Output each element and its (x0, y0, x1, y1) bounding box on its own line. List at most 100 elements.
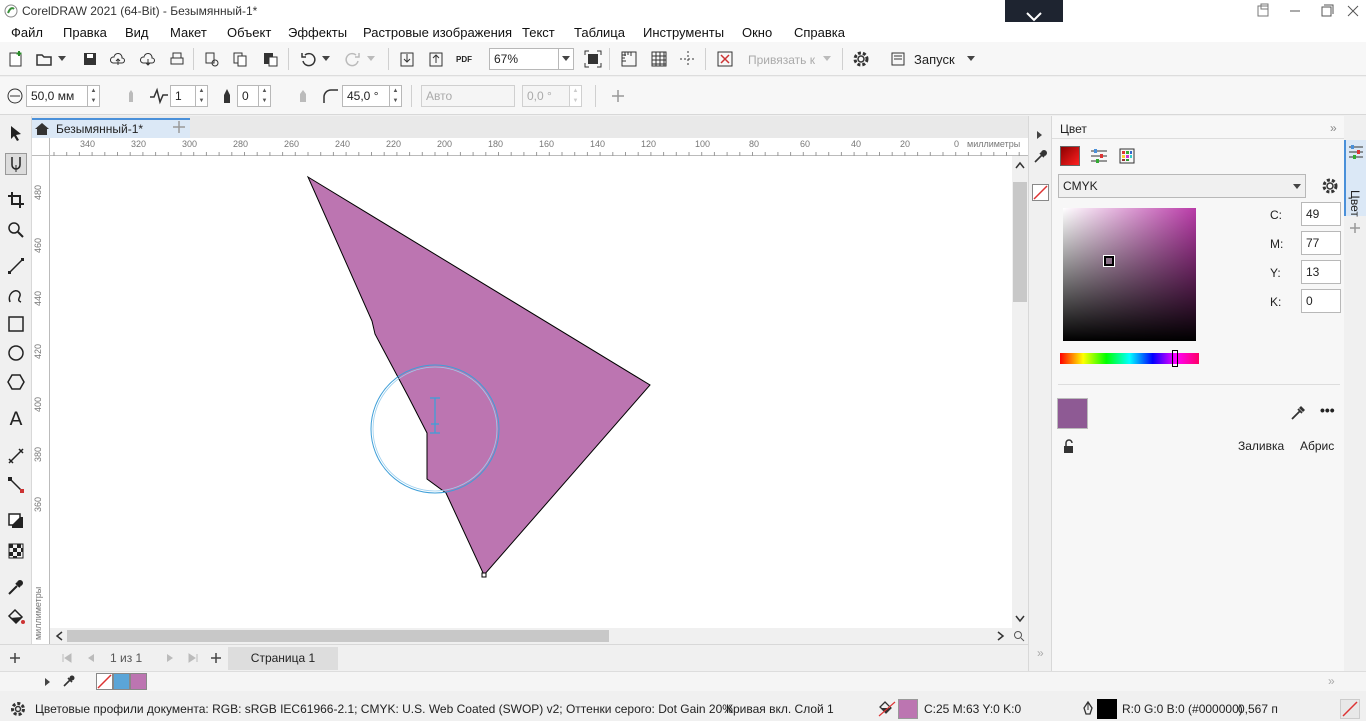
c-input[interactable]: 49 (1301, 202, 1341, 226)
menu-text[interactable]: Текст (522, 25, 555, 40)
menu-view[interactable]: Вид (125, 25, 149, 40)
end-node[interactable] (481, 572, 487, 578)
zoom-dropdown-icon[interactable] (558, 48, 574, 70)
points-stepper[interactable]: ▲ ▼ (196, 85, 208, 107)
cut-icon[interactable] (201, 48, 223, 70)
show-grid-icon[interactable] (648, 48, 670, 70)
home-icon[interactable] (34, 121, 50, 137)
menu-tools[interactable]: Инструменты (643, 25, 724, 40)
polygon-tool-icon[interactable] (5, 371, 27, 393)
navigator-icon[interactable] (1013, 630, 1025, 642)
palette-expand-icon[interactable]: » (1328, 674, 1335, 688)
previous-page-icon[interactable] (86, 653, 96, 663)
status-fill-swatch[interactable] (898, 699, 918, 719)
transparency-tool-icon[interactable] (5, 540, 27, 562)
open-dropdown-icon[interactable] (55, 48, 69, 70)
undo-dropdown-icon[interactable] (319, 48, 333, 70)
points-input[interactable]: 1 (170, 85, 196, 107)
restore-layout-icon[interactable] (1254, 2, 1272, 20)
snap-off-icon[interactable] (714, 48, 736, 70)
y-input[interactable]: 13 (1301, 260, 1341, 284)
save-icon[interactable] (79, 48, 101, 70)
outline-none-swatch[interactable] (1032, 184, 1049, 201)
color-picker-marker[interactable] (1103, 255, 1115, 267)
zoom-level-input[interactable]: 67% (489, 48, 561, 70)
color-profiles-gear-icon[interactable] (9, 700, 27, 718)
color-docker-tab[interactable]: Цвет (1344, 140, 1366, 217)
launch-icon[interactable] (887, 48, 909, 70)
rectangle-tool-icon[interactable] (5, 313, 27, 335)
palette-eyedropper-icon[interactable] (62, 674, 76, 688)
horizontal-ruler[interactable]: 340 320 300 280 260 240 220 200 180 160 … (50, 138, 1028, 156)
smoothing-stepper[interactable]: ▲ ▼ (259, 85, 271, 107)
smoothing-input[interactable]: 0 (237, 85, 259, 107)
docker-expand-icon[interactable]: » (1330, 121, 1337, 135)
scroll-up-icon[interactable] (1015, 161, 1025, 169)
text-tool-icon[interactable]: A (5, 408, 27, 430)
scroll-right-icon[interactable] (997, 631, 1005, 641)
menu-help[interactable]: Справка (794, 25, 845, 40)
add-icon[interactable] (607, 85, 629, 107)
export-icon[interactable] (425, 48, 447, 70)
menu-object[interactable]: Объект (227, 25, 271, 40)
strip-expand-icon[interactable] (1036, 130, 1044, 140)
connector-tool-icon[interactable] (5, 474, 27, 496)
artistic-media-tool-icon[interactable] (5, 284, 27, 306)
add-page-before-icon[interactable] (9, 652, 21, 664)
new-tab-icon[interactable] (172, 120, 186, 134)
palette-swatch-blue[interactable] (113, 673, 130, 690)
scroll-left-icon[interactable] (55, 631, 63, 641)
vertical-scrollbar[interactable] (1012, 156, 1028, 628)
m-input[interactable]: 77 (1301, 231, 1341, 255)
print-icon[interactable] (166, 48, 188, 70)
docker-settings-gear-icon[interactable] (1320, 176, 1340, 196)
add-docker-icon[interactable] (1349, 222, 1361, 234)
menu-bitmaps[interactable]: Растровые изображения (363, 25, 512, 40)
interactive-fill-tool-icon[interactable] (5, 606, 27, 628)
menu-window[interactable]: Окно (742, 25, 772, 40)
first-page-icon[interactable] (62, 653, 72, 663)
last-page-icon[interactable] (188, 653, 198, 663)
color-viewer-icon[interactable] (1060, 146, 1080, 166)
crop-tool-icon[interactable] (5, 189, 27, 211)
fill-button[interactable]: Заливка (1238, 439, 1284, 453)
ellipse-tool-icon[interactable] (5, 342, 27, 364)
horizontal-scrollbar[interactable] (50, 628, 1028, 644)
full-screen-icon[interactable] (582, 48, 604, 70)
palette-swatch-purple[interactable] (130, 673, 147, 690)
freehand-tool-icon[interactable] (5, 255, 27, 277)
open-folder-icon[interactable] (33, 48, 55, 70)
color-model-select[interactable]: CMYK (1058, 174, 1306, 198)
horizontal-scroll-thumb[interactable] (67, 630, 609, 642)
hue-slider-thumb[interactable] (1172, 350, 1178, 367)
no-color-swatch[interactable] (96, 673, 113, 690)
shape-tool-icon[interactable] (5, 153, 27, 175)
pick-tool-icon[interactable] (5, 122, 27, 144)
next-page-icon[interactable] (165, 653, 175, 663)
angle-input[interactable]: 45,0 ° (342, 85, 390, 107)
document-tab[interactable]: Безымянный-1* (32, 118, 190, 138)
k-input[interactable]: 0 (1301, 289, 1341, 313)
status-outline-swatch[interactable] (1097, 699, 1117, 719)
palette-scroll-icon[interactable] (44, 677, 52, 687)
strip-collapse-icon[interactable]: » (1037, 646, 1044, 660)
curve-shape[interactable] (306, 175, 651, 576)
menu-file[interactable]: Файл (11, 25, 43, 40)
cloud-upload-icon[interactable] (107, 48, 129, 70)
drop-shadow-tool-icon[interactable] (5, 510, 27, 532)
menu-edit[interactable]: Правка (63, 25, 107, 40)
nib-width-stepper[interactable]: ▲ ▼ (88, 85, 100, 107)
new-document-icon[interactable] (5, 48, 27, 70)
more-options-icon[interactable]: ••• (1320, 402, 1335, 418)
paste-icon[interactable] (259, 48, 281, 70)
color-picker-square[interactable] (1063, 208, 1196, 341)
page-tab[interactable]: Страница 1 (228, 647, 338, 670)
color-palettes-icon[interactable] (1119, 148, 1135, 164)
zoom-tool-icon[interactable] (5, 219, 27, 241)
add-page-after-icon[interactable] (210, 652, 222, 664)
cloud-download-icon[interactable] (137, 48, 159, 70)
eyedropper-tool-icon[interactable] (5, 576, 27, 598)
menu-effects[interactable]: Эффекты (288, 25, 347, 40)
show-guidelines-icon[interactable] (677, 48, 699, 70)
launch-label[interactable]: Запуск (914, 52, 955, 67)
